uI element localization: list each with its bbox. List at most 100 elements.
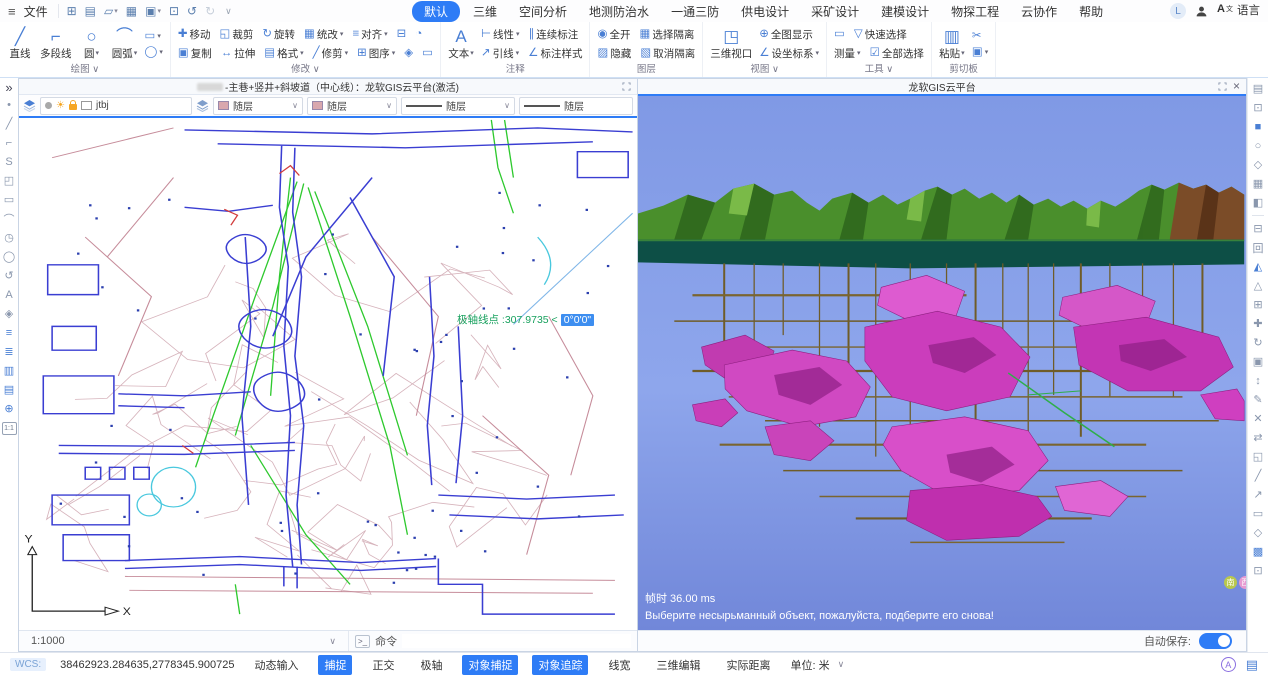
sun-icon[interactable]: ☀ bbox=[56, 101, 65, 111]
viewport-3d[interactable]: 帧时 36.00 ms Выберите несырьманный объект… bbox=[638, 96, 1246, 630]
trim-tool-icon[interactable]: ╱ bbox=[1250, 466, 1266, 485]
cap-tool-icon[interactable]: ▭ bbox=[1250, 504, 1266, 523]
rectangle-button[interactable]: ▭▾ bbox=[145, 30, 161, 42]
linear-dimension-button[interactable]: ⊢线性▾ bbox=[481, 27, 520, 42]
account-icon[interactable] bbox=[1195, 5, 1208, 18]
new-from-template-icon[interactable]: ▤ bbox=[85, 4, 96, 18]
text-button[interactable]: A文本▾ bbox=[448, 27, 474, 61]
language-button[interactable]: A文语言 bbox=[1217, 3, 1260, 19]
quick-select-button[interactable]: ▽快速选择 bbox=[854, 27, 907, 42]
maximize-icon[interactable] bbox=[1218, 82, 1227, 91]
delete-button[interactable]: ⊟ bbox=[397, 28, 407, 40]
trim-button[interactable]: ╱修剪▾ bbox=[313, 46, 348, 61]
menu-tab-help[interactable]: 帮助 bbox=[1070, 2, 1112, 21]
fillet-button[interactable]: ◔ bbox=[415, 28, 422, 40]
selection-fill-tool-icon[interactable]: ■ bbox=[1250, 117, 1266, 136]
ellipse-button[interactable]: ◯▾ bbox=[145, 46, 163, 58]
spline-tool-icon[interactable]: S bbox=[1, 152, 17, 171]
line-button[interactable]: ╱直线 bbox=[7, 27, 33, 61]
center-tool-icon[interactable]: ⊕ bbox=[1, 399, 17, 418]
map-index-tool-icon[interactable]: ▦ bbox=[1250, 174, 1266, 193]
paste-button[interactable]: ▥粘贴▾ bbox=[939, 27, 965, 61]
lock-icon[interactable] bbox=[69, 104, 77, 110]
explode-tool-icon[interactable]: ⇄ bbox=[1250, 428, 1266, 447]
stretch-tool-icon[interactable]: ↕ bbox=[1250, 371, 1266, 390]
ribbon-group-label[interactable]: 剪切板 bbox=[939, 64, 988, 77]
menu-tab-mining-design[interactable]: 采矿设计 bbox=[802, 2, 868, 21]
edit-attributes-tool-icon[interactable]: ⊡ bbox=[1250, 561, 1266, 580]
all-layers-on-button[interactable]: ◉全开 bbox=[597, 27, 630, 42]
move-button[interactable]: ✚移动 bbox=[178, 27, 211, 42]
maximize-icon[interactable] bbox=[622, 82, 631, 91]
viewport-tool-icon[interactable]: ◧ bbox=[1250, 193, 1266, 212]
continuous-dimension-button[interactable]: ∥连续标注 bbox=[529, 27, 579, 42]
ellipse-tool-icon[interactable]: ◯ bbox=[1, 247, 17, 266]
viewport-3d-button[interactable]: ◳三维视口 bbox=[710, 27, 752, 61]
panel-3d-titlebar[interactable]: 龙软GIS云平台 × bbox=[638, 79, 1246, 96]
toggle-object-tracking[interactable]: 对象追踪 bbox=[532, 655, 588, 675]
select-all-button[interactable]: ☑全部选择 bbox=[870, 46, 924, 61]
set-coordinate-system-button[interactable]: ∠设坐标系▾ bbox=[759, 46, 819, 61]
clip-button[interactable]: ◱裁剪 bbox=[220, 27, 254, 42]
ribbon-group-label[interactable]: 工具 ∨ bbox=[834, 64, 924, 77]
copy-button[interactable]: ▣复制 bbox=[178, 46, 212, 61]
align-button[interactable]: ≡对齐▾ bbox=[352, 27, 387, 42]
toggle-edit-3d[interactable]: 三维编辑 bbox=[650, 655, 706, 675]
ribbon-group-label[interactable]: 绘图 ∨ bbox=[7, 64, 163, 77]
format-button[interactable]: ▤格式▾ bbox=[264, 46, 303, 61]
rectangle-tool-icon[interactable]: ▭ bbox=[1, 190, 17, 209]
align-left-tool-icon[interactable]: ≡ bbox=[1, 323, 17, 342]
crop-tool-icon[interactable]: ◱ bbox=[1250, 447, 1266, 466]
menu-tab-default[interactable]: 默认 bbox=[412, 1, 460, 22]
color-select[interactable]: 随层 ∨ bbox=[213, 97, 303, 115]
lineweight-select[interactable]: 随层 bbox=[519, 97, 633, 115]
text-tool-icon[interactable]: A bbox=[1, 285, 17, 304]
save-icon[interactable]: ▦ bbox=[126, 4, 137, 18]
rotate-button[interactable]: ↻旋转 bbox=[262, 27, 295, 42]
assistant-badge[interactable]: A bbox=[1221, 657, 1236, 672]
redo-icon[interactable]: ↻ bbox=[205, 4, 215, 18]
menu-tab-power-supply-design[interactable]: 供电设计 bbox=[732, 2, 798, 21]
file-menu[interactable]: 文件 bbox=[24, 3, 48, 20]
array-tool-icon[interactable]: ⊞ bbox=[1250, 295, 1266, 314]
arc-button[interactable]: ⌒圆弧▾ bbox=[112, 27, 138, 61]
extend-tool-icon[interactable]: ↗ bbox=[1250, 485, 1266, 504]
unisolate-button[interactable]: ▧取消隔离 bbox=[640, 46, 695, 61]
lasso-select-tool-icon[interactable]: ◇ bbox=[1250, 155, 1266, 174]
cut-button[interactable]: ✂ bbox=[972, 30, 982, 42]
panel-2d-titlebar[interactable]: -主巷+竖井+斜坡道（中心线）：龙软GIS云平台(激活) bbox=[19, 79, 637, 95]
draw-order-button[interactable]: ⊞图序▾ bbox=[357, 46, 395, 61]
ribbon-group-label[interactable]: 图层 bbox=[597, 64, 695, 77]
new-file-icon[interactable]: ⊞ bbox=[67, 4, 77, 18]
toggle-object-snap[interactable]: 对象捕捉 bbox=[462, 655, 518, 675]
dimension-style-button[interactable]: ∠标注样式 bbox=[528, 46, 582, 61]
measure-pen-tool-icon[interactable]: ✎ bbox=[1250, 390, 1266, 409]
save-as-icon[interactable]: ▣▾ bbox=[145, 4, 161, 18]
align-center-tool-icon[interactable]: ≣ bbox=[1, 342, 17, 361]
scale-1-1-tool-icon[interactable]: 1:1 bbox=[2, 422, 17, 435]
command-text-input[interactable] bbox=[402, 634, 631, 648]
layer-properties-icon[interactable] bbox=[23, 99, 36, 112]
ruler-button[interactable]: ▭ bbox=[834, 28, 845, 40]
toggle-ortho[interactable]: 正交 bbox=[366, 655, 400, 675]
ribbon-group-label[interactable]: 视图 ∨ bbox=[710, 64, 819, 77]
distribute-horizontal-tool-icon[interactable]: ▥ bbox=[1, 361, 17, 380]
menu-tab-ventilation[interactable]: 一通三防 bbox=[662, 2, 728, 21]
delete-tool-icon[interactable]: ⊟ bbox=[1250, 219, 1266, 238]
polyline-button[interactable]: ⌐多段线 bbox=[40, 27, 72, 61]
revision-cloud-tool-icon[interactable]: ↺ bbox=[1, 266, 17, 285]
leader-button[interactable]: ↗引线▾ bbox=[481, 46, 519, 61]
rotate-tool-icon[interactable]: ↻ bbox=[1250, 333, 1266, 352]
zoom-extents-button[interactable]: ⊕全图显示 bbox=[759, 27, 813, 42]
menu-tab-geo-water-control[interactable]: 地测防治水 bbox=[580, 2, 658, 21]
toggle-dynamic-input[interactable]: 动态输入 bbox=[248, 655, 304, 675]
polyline-tool-icon[interactable]: ⌐ bbox=[1, 133, 17, 152]
gizmo-west[interactable]: 西 bbox=[1239, 576, 1246, 589]
linetype-select[interactable]: 随层 ∨ bbox=[401, 97, 515, 115]
copy-tool-icon[interactable]: ▣ bbox=[1250, 352, 1266, 371]
user-avatar[interactable]: L bbox=[1170, 3, 1186, 19]
bulb-icon[interactable] bbox=[45, 102, 52, 109]
hamburger-menu-icon[interactable]: ≡ bbox=[8, 4, 16, 19]
gizmo-south[interactable]: 南 bbox=[1224, 576, 1237, 589]
circle-tool-icon[interactable]: ◷ bbox=[1, 228, 17, 247]
